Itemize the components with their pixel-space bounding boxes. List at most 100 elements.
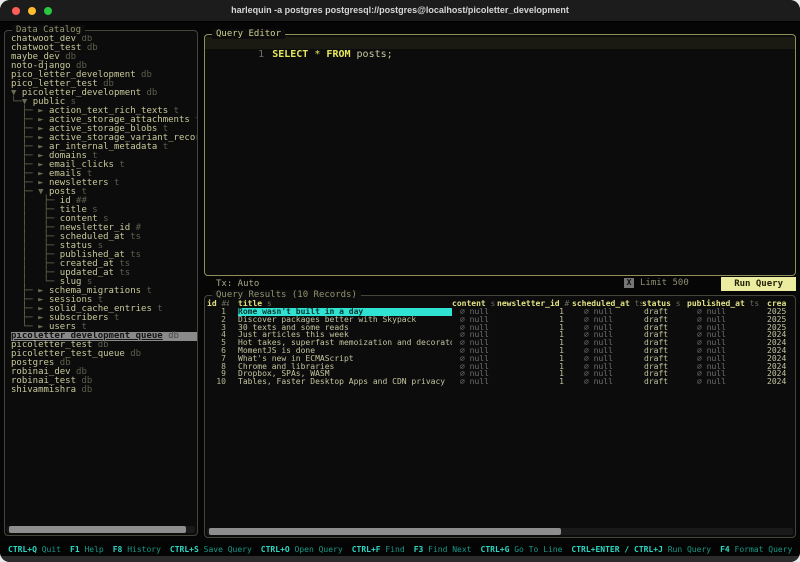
shortcut-find[interactable]: CTRL+F Find: [352, 545, 405, 554]
table-cell[interactable]: ∅ null: [572, 355, 642, 363]
table-cell[interactable]: 1: [497, 316, 572, 324]
table-cell[interactable]: ∅ null: [452, 316, 497, 324]
table-cell[interactable]: 1: [497, 363, 572, 371]
table-cell[interactable]: 2024: [767, 370, 793, 378]
table-cell[interactable]: ∅ null: [687, 370, 767, 378]
table-row[interactable]: 5Hot takes, superfast memoization and de…: [205, 339, 795, 347]
table-cell[interactable]: ∅ null: [687, 308, 767, 316]
table-cell[interactable]: 9: [205, 370, 229, 378]
table-cell[interactable]: ∅ null: [452, 339, 497, 347]
editor-current-line[interactable]: 1SELECT * FROM posts;: [205, 37, 795, 49]
table-cell[interactable]: What's new in ECMAScript: [238, 355, 452, 363]
table-cell[interactable]: ∅ null: [452, 378, 497, 386]
table-cell[interactable]: 10: [205, 378, 229, 386]
table-cell[interactable]: 1: [497, 347, 572, 355]
table-cell[interactable]: 2024: [767, 378, 793, 386]
sql-code[interactable]: SELECT * FROM posts;: [272, 49, 392, 60]
table-row[interactable]: 10 Tables, Faster Desktop Apps and CDN pr…: [205, 378, 795, 386]
table-cell[interactable]: ∅ null: [572, 378, 642, 386]
table-cell[interactable]: ∅ null: [687, 355, 767, 363]
table-cell[interactable]: ∅ null: [452, 355, 497, 363]
table-cell[interactable]: draft: [642, 355, 687, 363]
table-cell[interactable]: 2024: [767, 331, 793, 339]
table-cell[interactable]: ∅ null: [687, 378, 767, 386]
table-row[interactable]: 7What's new in ECMAScript∅ null1∅ nulldr…: [205, 355, 795, 363]
table-cell[interactable]: Just articles this week: [238, 331, 452, 339]
table-cell[interactable]: 2024: [767, 339, 793, 347]
table-cell[interactable]: ∅ null: [687, 324, 767, 332]
table-row[interactable]: 6MomentJS is done∅ null1∅ nulldraft∅ nul…: [205, 347, 795, 355]
table-row[interactable]: 1Rome wasn't built in a day∅ null1∅ null…: [205, 308, 795, 316]
table-cell[interactable]: ∅ null: [572, 363, 642, 371]
table-cell[interactable]: ∅ null: [452, 370, 497, 378]
table-cell[interactable]: 1: [497, 370, 572, 378]
table-cell[interactable]: draft: [642, 370, 687, 378]
column-header-crea[interactable]: crea: [767, 299, 793, 308]
shortcut-format-query[interactable]: F4 Format Query: [720, 545, 792, 554]
results-horizontal-scrollbar[interactable]: [207, 528, 793, 535]
shortcut-run-query[interactable]: CTRL+ENTER / CTRL+J Run Query: [571, 545, 711, 554]
table-cell[interactable]: 2024: [767, 347, 793, 355]
table-cell[interactable]: 2025: [767, 308, 793, 316]
column-header-published_at[interactable]: published_at ts: [687, 299, 767, 308]
table-cell[interactable]: ∅ null: [572, 324, 642, 332]
table-cell[interactable]: ∅ null: [687, 331, 767, 339]
table-cell[interactable]: ∅ null: [452, 347, 497, 355]
table-cell[interactable]: draft: [642, 378, 687, 386]
table-cell[interactable]: Dropbox, SPAs, WASM: [238, 370, 452, 378]
table-cell[interactable]: draft: [642, 308, 687, 316]
table-cell[interactable]: ∅ null: [572, 339, 642, 347]
table-cell[interactable]: 1: [497, 324, 572, 332]
table-cell[interactable]: ∅ null: [572, 347, 642, 355]
table-cell[interactable]: 1: [497, 331, 572, 339]
shortcut-history[interactable]: F8 History: [113, 545, 161, 554]
table-cell[interactable]: ∅ null: [687, 347, 767, 355]
transaction-mode-label[interactable]: Tx: Auto: [216, 279, 259, 289]
table-cell[interactable]: 2024: [767, 355, 793, 363]
sidebar-horizontal-scrollbar[interactable]: [7, 526, 195, 533]
table-cell[interactable]: 8: [205, 363, 229, 371]
sidebar-scrollbar-thumb[interactable]: [9, 526, 186, 533]
table-cell[interactable]: ∅ null: [572, 370, 642, 378]
table-row[interactable]: 9Dropbox, SPAs, WASM∅ null1∅ nulldraft∅ …: [205, 370, 795, 378]
table-cell[interactable]: ∅ null: [452, 308, 497, 316]
table-cell[interactable]: 1: [497, 339, 572, 347]
results-scrollbar-thumb[interactable]: [209, 528, 561, 535]
table-cell[interactable]: ∅ null: [572, 316, 642, 324]
column-header-scheduled_at[interactable]: scheduled_at ts: [572, 299, 642, 308]
table-cell[interactable]: 3: [205, 324, 229, 332]
shortcut-help[interactable]: F1 Help: [70, 545, 104, 554]
table-cell[interactable]: 1: [497, 355, 572, 363]
table-cell[interactable]: draft: [642, 331, 687, 339]
shortcut-find-next[interactable]: F3 Find Next: [414, 545, 472, 554]
table-cell[interactable]: 5: [205, 339, 229, 347]
column-header-status[interactable]: status s: [642, 299, 687, 308]
table-cell[interactable]: ∅ null: [572, 331, 642, 339]
table-row[interactable]: 2Discover packages better with Skypack∅ …: [205, 316, 795, 324]
table-cell[interactable]: MomentJS is done: [238, 347, 452, 355]
table-cell[interactable]: Tables, Faster Desktop Apps and CDN priv…: [238, 378, 452, 386]
table-cell[interactable]: 1: [205, 308, 229, 316]
table-cell[interactable]: 1: [497, 308, 572, 316]
table-cell[interactable]: draft: [642, 363, 687, 371]
shortcut-open-query[interactable]: CTRL+O Open Query: [261, 545, 343, 554]
tree-item-shivammishra[interactable]: shivammishra db: [11, 386, 197, 395]
table-cell[interactable]: draft: [642, 347, 687, 355]
table-cell[interactable]: 6: [205, 347, 229, 355]
table-cell[interactable]: ∅ null: [452, 331, 497, 339]
shortcut-save-query[interactable]: CTRL+S Save Query: [170, 545, 252, 554]
shortcut-quit[interactable]: CTRL+Q Quit: [8, 545, 61, 554]
table-cell[interactable]: draft: [642, 324, 687, 332]
table-cell[interactable]: draft: [642, 339, 687, 347]
table-row[interactable]: 330 texts and some reads∅ null1∅ nulldra…: [205, 324, 795, 332]
table-cell[interactable]: 2025: [767, 316, 793, 324]
table-cell[interactable]: ∅ null: [687, 363, 767, 371]
table-cell[interactable]: draft: [642, 316, 687, 324]
table-cell[interactable]: ∅ null: [572, 308, 642, 316]
table-cell[interactable]: Discover packages better with Skypack: [238, 316, 452, 324]
run-query-button[interactable]: Run Query: [721, 277, 796, 291]
limit-checkbox[interactable]: X: [624, 278, 634, 288]
shortcut-go-to-line[interactable]: CTRL+G Go To Line: [481, 545, 563, 554]
column-header-title[interactable]: title s: [238, 299, 452, 308]
table-cell[interactable]: 7: [205, 355, 229, 363]
